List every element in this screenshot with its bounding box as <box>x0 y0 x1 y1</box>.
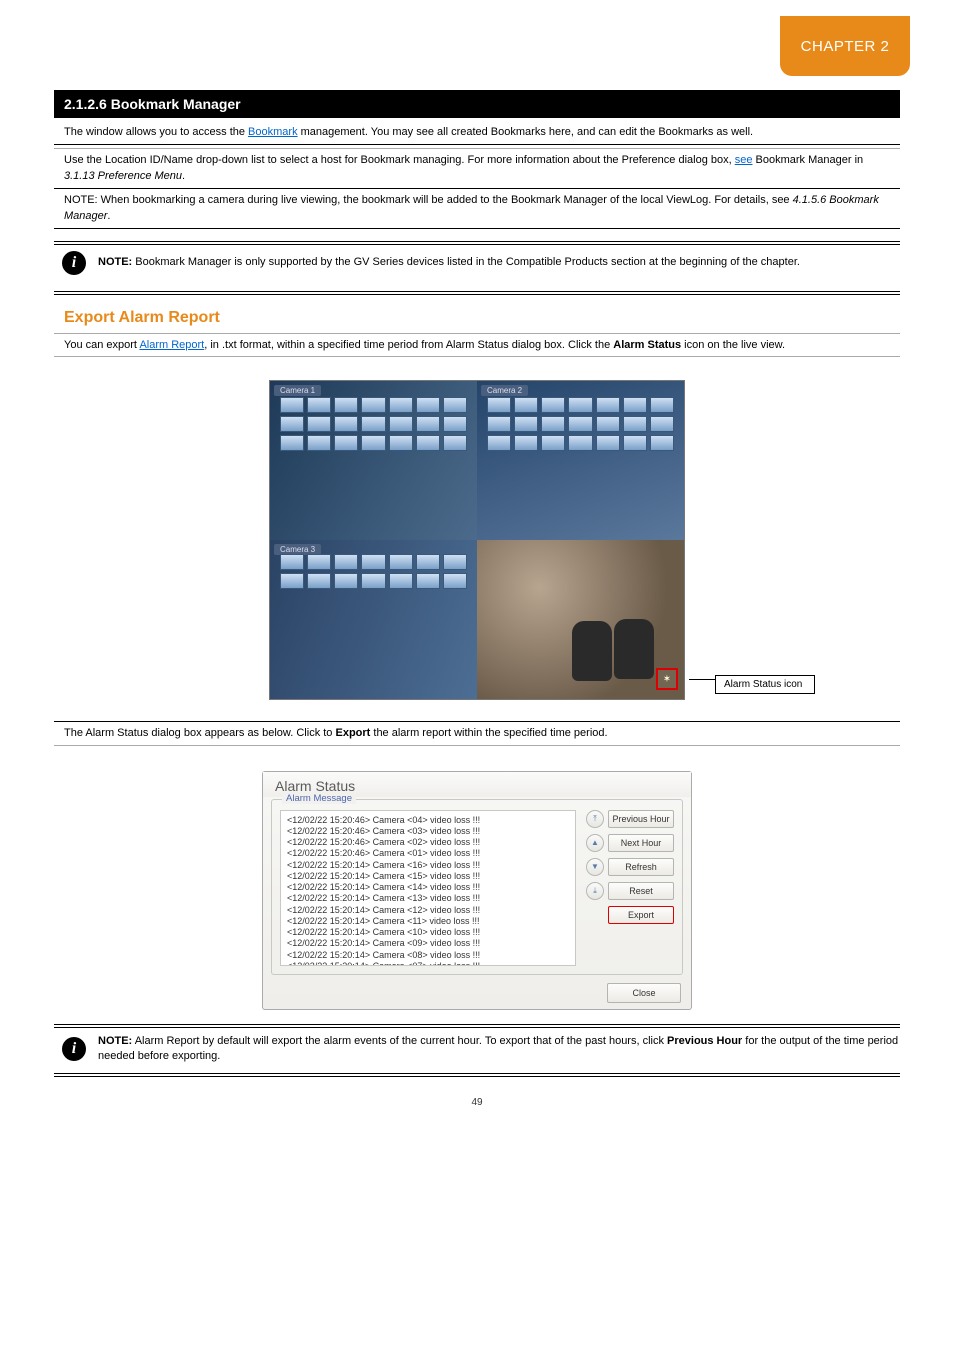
alarm-status-dialog: Alarm Status Alarm Message <12/02/22 15:… <box>262 771 692 1010</box>
close-button[interactable]: Close <box>607 983 681 1003</box>
paragraph-4: You can export Alarm Report, in .txt for… <box>54 337 900 354</box>
list-item: <12/02/22 15:20:14> Camera <09> video lo… <box>287 938 569 949</box>
next-hour-button[interactable]: Next Hour <box>608 834 674 852</box>
list-item: <12/02/22 15:20:14> Camera <16> video lo… <box>287 860 569 871</box>
camera-label-2: Camera 2 <box>481 385 528 396</box>
alarm-report-link[interactable]: Alarm Report <box>139 339 204 351</box>
up-icon[interactable]: ▲ <box>586 834 604 852</box>
list-item: <12/02/22 15:20:14> Camera <13> video lo… <box>287 893 569 904</box>
see-link[interactable]: see <box>735 154 753 166</box>
note-block-2: i NOTE: Alarm Report by default will exp… <box>54 1024 900 1078</box>
callout-label: Alarm Status icon <box>715 675 815 694</box>
list-item: <12/02/22 15:20:46> Camera <03> video lo… <box>287 826 569 837</box>
note-block-1: i NOTE: Bookmark Manager is only support… <box>54 241 900 281</box>
down-icon[interactable]: ▼ <box>586 858 604 876</box>
alarm-message-list[interactable]: <12/02/22 15:20:46> Camera <04> video lo… <box>280 810 576 966</box>
first-icon[interactable]: ⤒ <box>586 810 604 828</box>
camera-label-1: Camera 1 <box>274 385 321 396</box>
previous-hour-button[interactable]: Previous Hour <box>608 810 674 828</box>
reset-button[interactable]: Reset <box>608 882 674 900</box>
live-view-screenshot: Camera 1 Camera 2 Camera 3 Unknown ✶ <box>269 380 685 700</box>
paragraph-1: The window allows you to access the Book… <box>54 124 900 141</box>
last-icon[interactable]: ⤓ <box>586 882 604 900</box>
list-item: <12/02/22 15:20:14> Camera <10> video lo… <box>287 927 569 938</box>
list-item: <12/02/22 15:20:14> Camera <07> video lo… <box>287 961 569 966</box>
refresh-button[interactable]: Refresh <box>608 858 674 876</box>
section-heading: 2.1.2.6 Bookmark Manager <box>54 90 900 118</box>
list-item: <12/02/22 15:20:14> Camera <08> video lo… <box>287 950 569 961</box>
page-number: 49 <box>0 1097 954 1108</box>
live-view-figure: Camera 1 Camera 2 Camera 3 Unknown ✶ <box>54 380 900 700</box>
bookmark-link[interactable]: Bookmark <box>248 126 298 138</box>
list-item: <12/02/22 15:20:46> Camera <02> video lo… <box>287 837 569 848</box>
paragraph-5: The Alarm Status dialog box appears as b… <box>54 725 900 742</box>
subsection-heading: Export Alarm Report <box>54 309 900 327</box>
chapter-label: CHAPTER 2 <box>801 38 890 55</box>
list-item: <12/02/22 15:20:14> Camera <12> video lo… <box>287 905 569 916</box>
info-icon: i <box>62 251 86 275</box>
list-item: <12/02/22 15:20:14> Camera <15> video lo… <box>287 871 569 882</box>
note-1-text: NOTE: Bookmark Manager is only supported… <box>98 255 800 271</box>
list-item: <12/02/22 15:20:46> Camera <04> video lo… <box>287 815 569 826</box>
export-button[interactable]: Export <box>608 906 674 924</box>
chapter-tab: CHAPTER 2 <box>780 16 910 76</box>
group-label: Alarm Message <box>282 793 356 804</box>
list-item: <12/02/22 15:20:46> Camera <01> video lo… <box>287 848 569 859</box>
list-item: <12/02/22 15:20:14> Camera <11> video lo… <box>287 916 569 927</box>
note-2-text: NOTE: Alarm Report by default will expor… <box>98 1034 900 1066</box>
info-icon: i <box>62 1037 86 1061</box>
list-item: <12/02/22 15:20:14> Camera <14> video lo… <box>287 882 569 893</box>
alarm-status-icon[interactable]: ✶ <box>656 668 678 690</box>
paragraph-3: NOTE: When bookmarking a camera during l… <box>54 192 900 225</box>
paragraph-2: Use the Location ID/Name drop-down list … <box>54 152 900 185</box>
